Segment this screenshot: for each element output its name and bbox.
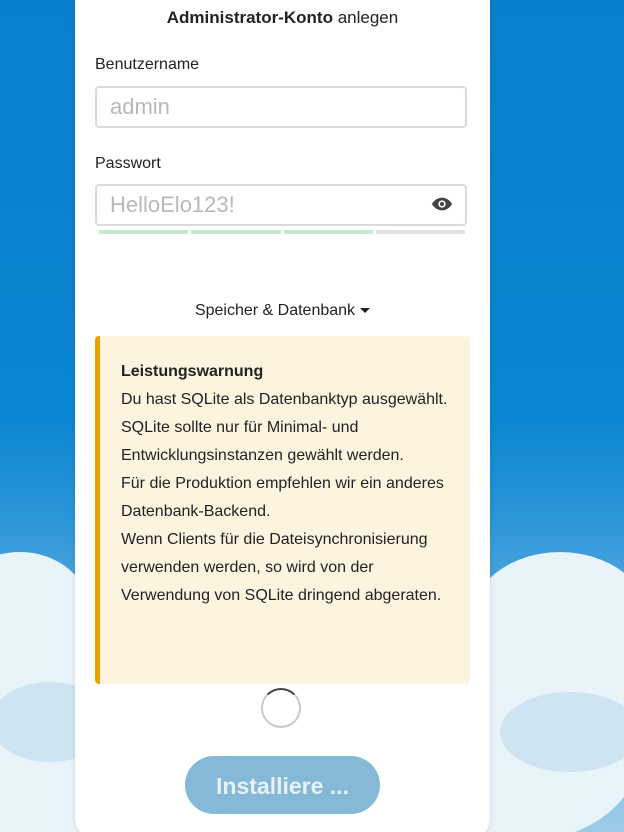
form-title: Administrator-Konto anlegen [75, 8, 490, 28]
strength-segment [375, 230, 465, 234]
performance-warning: Leistungswarnung Du hast SQLite als Date… [95, 336, 470, 684]
warning-line: Du hast SQLite als Datenbanktyp ausgewäh… [121, 391, 448, 408]
eye-icon[interactable] [431, 195, 453, 213]
spinner-icon [261, 688, 301, 728]
strength-segment [99, 230, 189, 234]
password-strength-meter [99, 230, 465, 234]
storage-database-toggle[interactable]: Speicher & Datenbank [75, 302, 490, 320]
warning-title: Leistungswarnung [121, 363, 264, 380]
password-value: HelloElo123! [110, 192, 235, 217]
warning-line: Wenn Clients für die Dateisynchronisieru… [121, 531, 442, 604]
password-input[interactable]: HelloElo123! [95, 184, 467, 226]
storage-database-label: Speicher & Datenbank [194, 302, 356, 319]
warning-line: Für die Produktion empfehlen wir ein and… [121, 475, 444, 520]
strength-segment [191, 230, 281, 234]
setup-card: Administrator-Konto anlegen Benutzername… [75, 0, 490, 832]
username-label: Benutzername [95, 56, 200, 73]
warning-line: SQLite sollte nur für Minimal- und Entwi… [121, 419, 404, 464]
install-button[interactable]: Installiere ... [185, 756, 380, 814]
strength-segment [283, 230, 373, 234]
username-placeholder: admin [110, 94, 170, 119]
password-label: Passwort [95, 155, 161, 172]
form-title-bold: Administrator-Konto [166, 8, 333, 27]
caret-down-icon [360, 308, 371, 314]
form-title-rest: anlegen [332, 8, 399, 27]
username-input[interactable]: admin [95, 86, 467, 128]
setup-page: { "form": { "title_bold": "Administrator… [0, 0, 624, 832]
